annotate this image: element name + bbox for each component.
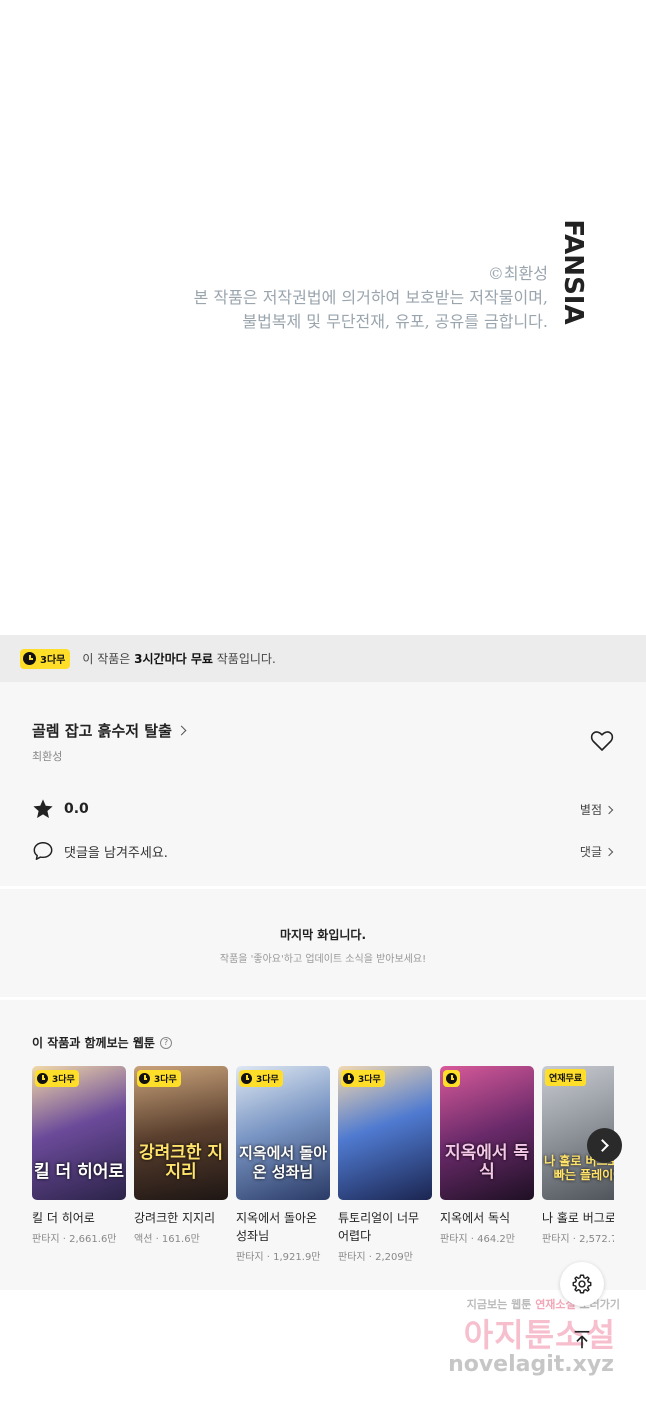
- notice-prefix: 이 작품은: [82, 652, 135, 666]
- recommend-meta: 판타지 · 2,572.7만: [542, 1234, 614, 1245]
- three-hour-free-badge: [443, 1069, 460, 1088]
- comment-icon: [33, 842, 53, 860]
- recommend-meta: 판타지 · 2,209만: [338, 1252, 413, 1263]
- last-episode-title: 마지막 화입니다.: [279, 928, 367, 942]
- copyright-line-2: 본 작품은 저작권법에 의거하여 보호받는 저작물이며,: [193, 288, 548, 307]
- three-hour-free-badge: 3다무: [35, 1069, 79, 1088]
- clock-icon: [343, 1073, 354, 1084]
- thumbnail-title-art: 지옥에서 독식: [444, 1143, 530, 1182]
- copyright-notice: ©최환성 본 작품은 저작권법에 의거하여 보호받는 저작물이며, 불법복제 및…: [194, 262, 548, 334]
- thumbnail-title-art: 지옥에서 돌아온 성좌님: [238, 1144, 328, 1181]
- star-icon: [33, 799, 53, 818]
- last-episode-desc: 작품을 '좋아요'하고 업데이트 소식을 받아보세요!: [219, 954, 427, 965]
- recommend-name: 지옥에서 독식: [440, 1211, 511, 1225]
- recommend-card[interactable]: 3다무 강려크한 지지리 강려크한 지지리 액션 · 161.6만: [134, 1066, 228, 1245]
- work-author: 최환성: [32, 750, 63, 763]
- clock-icon: [23, 652, 36, 665]
- comment-link-label: 댓글: [579, 845, 602, 859]
- recommend-thumbnail: 3다무 지옥에서 돌아온 성좌님: [236, 1066, 330, 1200]
- recommend-thumbnail: 3다무: [338, 1066, 432, 1200]
- three-hour-free-badge: 3다무: [239, 1069, 283, 1088]
- copyright-line-3: 불법복제 및 무단전재, 유포, 공유를 금합니다.: [242, 312, 548, 331]
- fansia-logo-text: FANSIA: [558, 219, 588, 324]
- notice-suffix: 작품입니다.: [212, 652, 276, 666]
- recommend-name: 지옥에서 돌아온 성좌님: [236, 1211, 318, 1243]
- thumbnail-title-art: 강려크한 지지리: [138, 1143, 224, 1182]
- recommend-name: 나 홀로 버그로 꿀빠는 플레이어: [542, 1211, 614, 1225]
- rating-link-label: 별점: [579, 803, 602, 817]
- recommend-meta: 판타지 · 464.2만: [440, 1234, 515, 1245]
- recommend-list: 3다무 킬 더 히어로 킬 더 히어로 판타지 · 2,661.6만 3다무 강…: [32, 1066, 614, 1286]
- recommend-card[interactable]: 3다무 지옥에서 돌아온 성좌님 지옥에서 돌아온 성좌님 판타지 · 1,92…: [236, 1066, 330, 1263]
- copyright-author: ©최환성: [487, 264, 548, 283]
- badge-label: 3다무: [358, 1075, 381, 1085]
- rating-link[interactable]: 별점: [579, 801, 614, 818]
- copyright-image: ©최환성 본 작품은 저작권법에 의거하여 보호받는 저작물이며, 불법복제 및…: [0, 0, 646, 635]
- heart-icon[interactable]: [590, 730, 614, 752]
- arrow-up-icon: [574, 1330, 590, 1349]
- free-notice-bar: 3다무 이 작품은 3시간마다 무료 작품입니다.: [0, 635, 646, 682]
- recommend-card[interactable]: 지옥에서 독식 지옥에서 독식 판타지 · 464.2만: [440, 1066, 534, 1245]
- recommend-header: 이 작품과 함께보는 웹툰 ?: [32, 1034, 172, 1051]
- fansia-logo: FANSIA: [558, 219, 588, 324]
- work-title-link[interactable]: 골렘 잡고 흙수저 탈출: [32, 720, 187, 741]
- gear-icon: [572, 1274, 592, 1294]
- comment-link[interactable]: 댓글: [579, 843, 614, 860]
- comment-prompt: 댓글을 남겨주세요.: [64, 845, 168, 861]
- recommend-name: 튜토리얼이 너무 어렵다: [338, 1211, 420, 1243]
- settings-button[interactable]: [560, 1262, 604, 1306]
- three-hour-free-badge: 3다무: [20, 648, 71, 669]
- clock-icon: [139, 1073, 150, 1084]
- badge-label: 3다무: [256, 1075, 279, 1085]
- recommend-thumbnail: 3다무 강려크한 지지리: [134, 1066, 228, 1200]
- rating-row: 0.0: [32, 798, 89, 820]
- recommend-name: 킬 더 히어로: [32, 1211, 95, 1225]
- badge-label: 3다무: [40, 655, 66, 666]
- work-title: 골렘 잡고 흙수저 탈출: [32, 722, 172, 740]
- chevron-right-icon: [604, 847, 614, 856]
- three-hour-free-badge: 3다무: [341, 1069, 385, 1088]
- badge-label: 3다무: [154, 1075, 177, 1085]
- notice-text: 이 작품은 3시간마다 무료 작품입니다.: [82, 650, 275, 667]
- clock-icon: [241, 1073, 252, 1084]
- chevron-right-icon: [176, 725, 187, 736]
- recommend-meta: 액션 · 161.6만: [134, 1234, 200, 1245]
- recommend-meta: 판타지 · 2,661.6만: [32, 1234, 117, 1245]
- recommend-title: 이 작품과 함께보는 웹툰: [32, 1036, 155, 1050]
- comment-row[interactable]: 댓글을 남겨주세요.: [32, 840, 168, 862]
- next-arrow-button[interactable]: [587, 1128, 622, 1163]
- chevron-right-icon: [604, 805, 614, 814]
- next-arrow-icon: [596, 1139, 609, 1152]
- recommend-card[interactable]: 3다무 킬 더 히어로 킬 더 히어로 판타지 · 2,661.6만: [32, 1066, 126, 1245]
- clock-icon: [446, 1073, 457, 1084]
- recommend-thumbnail: 지옥에서 독식: [440, 1066, 534, 1200]
- recommend-name: 강려크한 지지리: [134, 1211, 216, 1225]
- recommend-thumbnail: 3다무 킬 더 히어로: [32, 1066, 126, 1200]
- scroll-top-button[interactable]: [560, 1318, 604, 1362]
- serial-free-badge: 연재무료: [545, 1069, 587, 1086]
- rating-value: 0.0: [64, 801, 89, 817]
- recommend-meta: 판타지 · 1,921.9만: [236, 1252, 321, 1263]
- thumbnail-title-art: 킬 더 히어로: [33, 1162, 125, 1182]
- help-icon[interactable]: ?: [159, 1036, 172, 1049]
- recommend-card[interactable]: 3다무 튜토리얼이 너무 어렵다 판타지 · 2,209만: [338, 1066, 432, 1263]
- work-info-section: 골렘 잡고 흙수저 탈출 최환성 0.0 별점 댓글을 남겨주세요. 댓글: [0, 682, 646, 886]
- recommend-section: 이 작품과 함께보는 웹툰 ? 3다무 킬 더 히어로 킬 더 히어로 판타지 …: [0, 1000, 646, 1290]
- notice-highlight: 3시간마다 무료: [134, 652, 213, 666]
- badge-label: 3다무: [52, 1075, 75, 1085]
- three-hour-free-badge: 3다무: [137, 1069, 181, 1088]
- last-episode-section: 마지막 화입니다. 작품을 '좋아요'하고 업데이트 소식을 받아보세요!: [0, 889, 646, 997]
- clock-icon: [37, 1073, 48, 1084]
